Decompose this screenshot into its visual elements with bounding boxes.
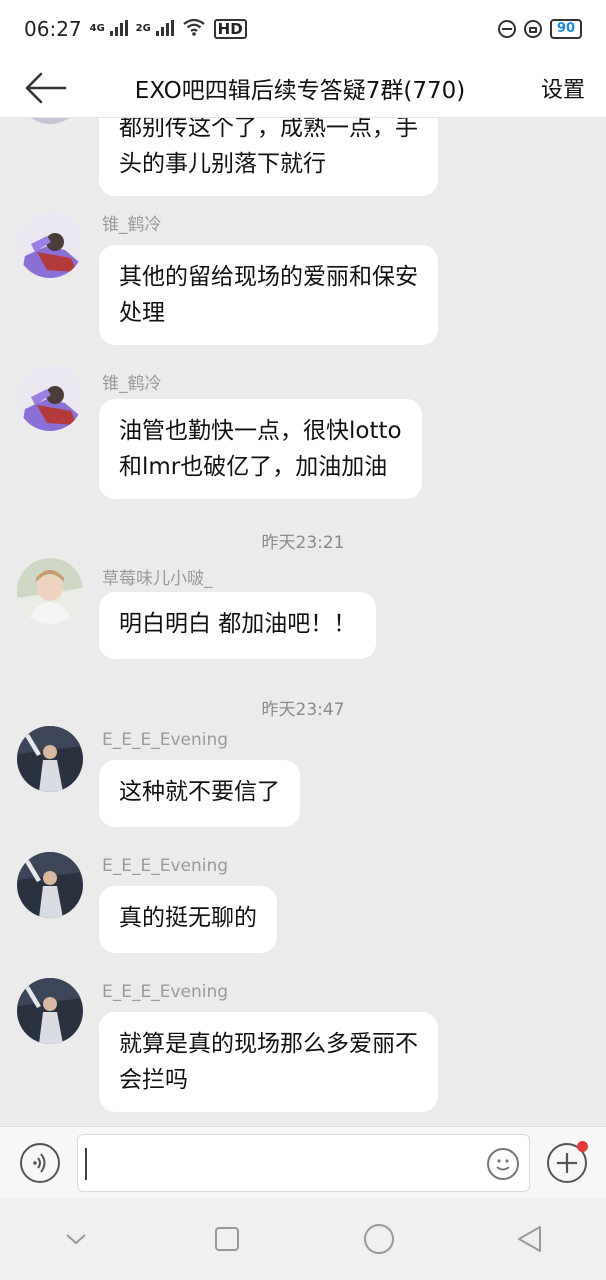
- avatar[interactable]: [17, 212, 83, 278]
- message-bubble[interactable]: 真的挺无聊的: [99, 886, 277, 953]
- signal-2g-icon: 2G: [136, 19, 174, 39]
- avatar[interactable]: [17, 726, 83, 792]
- text-caret: [85, 1148, 87, 1180]
- voice-button[interactable]: [20, 1143, 60, 1183]
- hd-icon: HD: [213, 19, 247, 39]
- sender-name: E_E_E_Evening: [102, 982, 229, 1002]
- sender-name: E_E_E_Evening: [102, 856, 229, 876]
- back-button[interactable]: [0, 58, 90, 118]
- back-arrow-icon: [25, 72, 67, 103]
- sender-name: E_E_E_Evening: [102, 730, 229, 750]
- signal-4g-icon: 4G: [90, 19, 128, 39]
- battery-indicator: 90: [550, 19, 582, 39]
- sender-name: 草莓味儿小啵_: [102, 569, 213, 589]
- home-icon: [363, 1224, 394, 1254]
- back-nav-button[interactable]: [500, 1209, 560, 1269]
- avatar[interactable]: [17, 558, 83, 624]
- message-list[interactable]: 都别传这个了，成熟一点，手 头的事儿别落下就行 锥_鹤冷 其他的留给现场的爱丽和…: [0, 118, 606, 1126]
- lock-icon: [524, 20, 542, 38]
- chat-header: EXO吧四辑后续专答疑7群(770) 设置: [0, 58, 606, 118]
- message-bubble[interactable]: 都别传这个了，成熟一点，手 头的事儿别落下就行: [99, 118, 438, 196]
- time-divider: 昨天23:21: [261, 533, 345, 553]
- sender-name: 锥_鹤冷: [102, 374, 162, 394]
- message-input[interactable]: [77, 1134, 530, 1192]
- status-time: 06:27: [24, 17, 82, 41]
- message-bubble[interactable]: 就算是真的现场那么多爱丽不 会拦吗: [99, 1012, 438, 1112]
- chat-title: EXO吧四辑后续专答疑7群(770): [134, 77, 466, 104]
- system-nav-bar: [0, 1198, 606, 1280]
- message-bubble[interactable]: 油管也勤快一点，很快lotto 和lmr也破亿了，加油加油: [99, 399, 422, 499]
- collapse-icon: [66, 1234, 86, 1245]
- emoji-icon: [496, 1159, 510, 1171]
- message-bubble[interactable]: 这种就不要信了: [99, 760, 300, 827]
- avatar[interactable]: [17, 118, 83, 124]
- recents-button[interactable]: [197, 1209, 257, 1269]
- message-bubble[interactable]: 其他的留给现场的爱丽和保安 处理: [99, 245, 438, 345]
- notification-dot: [577, 1141, 588, 1152]
- home-button[interactable]: [349, 1209, 409, 1269]
- avatar[interactable]: [17, 365, 83, 431]
- dnd-icon: [498, 20, 516, 38]
- back-icon: [518, 1226, 542, 1252]
- collapse-button[interactable]: [46, 1209, 106, 1269]
- wifi-icon: [182, 17, 206, 42]
- recents-icon: [215, 1227, 240, 1251]
- emoji-button[interactable]: [487, 1148, 519, 1180]
- sender-name: 锥_鹤冷: [102, 215, 162, 235]
- input-bar: [0, 1126, 606, 1198]
- voice-icon: [33, 1153, 46, 1173]
- settings-button[interactable]: 设置: [520, 72, 606, 104]
- message-bubble[interactable]: 明白明白 都加油吧！！: [99, 592, 377, 659]
- time-divider: 昨天23:47: [261, 700, 345, 720]
- avatar[interactable]: [17, 852, 83, 918]
- avatar[interactable]: [17, 978, 83, 1044]
- status-bar: 06:27 4G 2G HD 90: [0, 0, 606, 58]
